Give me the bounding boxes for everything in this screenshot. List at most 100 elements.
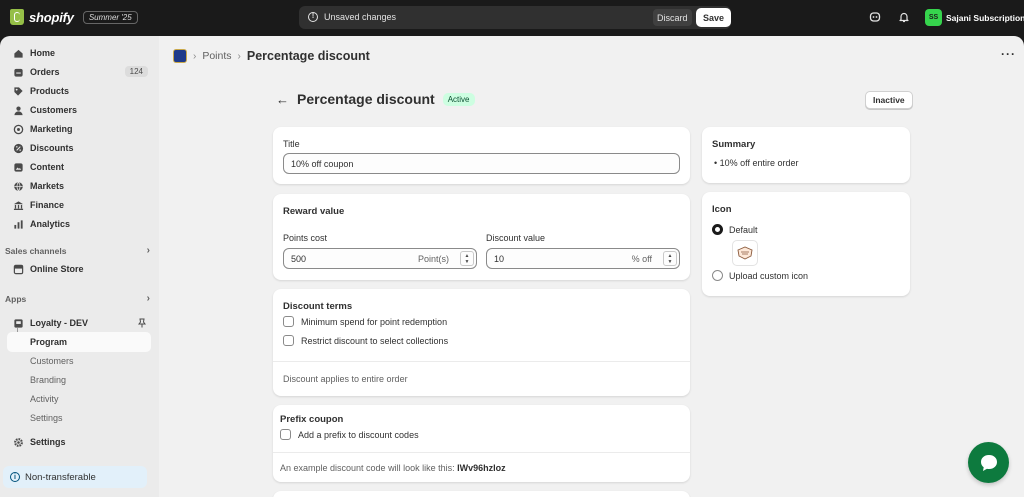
sidebar-subitem-branding[interactable]: Branding: [30, 375, 66, 385]
storefront-icon: [13, 264, 24, 274]
chevron-right-icon: ›: [146, 245, 150, 256]
default-icon-radio[interactable]: Default: [712, 224, 758, 235]
avatar: SS: [925, 9, 942, 26]
logo-text: shopify: [29, 9, 74, 25]
sidebar-subitem-activity[interactable]: Activity: [30, 394, 59, 404]
sidebar-item-orders[interactable]: Orders 124: [4, 63, 152, 81]
sidebar-subitem-customers[interactable]: Customers: [30, 356, 74, 366]
more-actions-icon[interactable]: ···: [1001, 47, 1016, 61]
chevron-down-icon: ▼: [464, 258, 470, 265]
sidebar-item-customers[interactable]: Customers: [4, 101, 152, 119]
info-icon: i: [10, 472, 20, 482]
content-icon: [14, 162, 23, 172]
breadcrumb-separator: ›: [193, 50, 197, 62]
add-prefix-checkbox-row[interactable]: Add a prefix to discount codes: [280, 429, 419, 440]
summary-card: Summary • 10% off entire order: [702, 127, 910, 183]
sidebar-item-finance[interactable]: Finance: [4, 196, 152, 214]
sidebar-item-products[interactable]: Products: [4, 82, 152, 100]
discount-stepper[interactable]: ▲ ▼: [663, 251, 677, 266]
chat-button[interactable]: [968, 442, 1009, 483]
unsaved-changes-text: Unsaved changes: [324, 12, 397, 22]
breadcrumb-points[interactable]: Points: [202, 50, 231, 62]
discard-button[interactable]: Discard: [653, 9, 692, 26]
sidebar-item-discounts[interactable]: Discounts: [4, 139, 152, 157]
sidebar-item-markets[interactable]: Markets: [4, 177, 152, 195]
sidebar-item-marketing[interactable]: Marketing: [4, 120, 152, 138]
chat-bubble-icon: [980, 454, 997, 471]
non-transferable-label: Non-transferable: [25, 471, 96, 483]
sidebar-item-label: Marketing: [30, 124, 73, 134]
sales-channels-header[interactable]: Sales channels ›: [5, 245, 150, 256]
sidebar-subitem-settings[interactable]: Settings: [30, 413, 63, 423]
discount-applies-text: Discount applies to entire order: [283, 374, 408, 384]
discount-icon: [13, 143, 24, 153]
points-suffix: Point(s): [417, 254, 449, 264]
sidebar-item-program[interactable]: [7, 332, 151, 352]
default-icon-preview: [732, 240, 758, 266]
discount-value-input[interactable]: 10 % off ▲ ▼: [486, 248, 680, 269]
target-icon: [13, 124, 24, 134]
bank-icon: [13, 200, 24, 210]
save-button[interactable]: Save: [696, 8, 732, 27]
sidebar-item-settings[interactable]: Settings: [4, 433, 152, 451]
checkbox[interactable]: [283, 316, 294, 327]
icon-card: Icon Default Upload custom icon: [702, 192, 910, 296]
inactive-button[interactable]: Inactive: [865, 91, 913, 109]
radio-selected[interactable]: [712, 224, 723, 235]
pin-icon[interactable]: [137, 318, 147, 328]
non-transferable-banner[interactable]: i Non-transferable: [3, 466, 147, 488]
restrict-collections-checkbox-row[interactable]: Restrict discount to select collections: [283, 335, 448, 346]
points-cost-input[interactable]: 500 Point(s) ▲ ▼: [283, 248, 477, 269]
chevron-down-icon: ▼: [667, 258, 673, 265]
sidebar-item-label: Home: [30, 48, 56, 58]
sidebar-item-label: Loyalty - DEV: [30, 318, 89, 328]
icon-heading: Icon: [712, 204, 732, 215]
radio-unselected[interactable]: [712, 270, 723, 281]
bell-icon[interactable]: [898, 11, 910, 23]
summary-heading: Summary: [712, 139, 756, 150]
checkbox[interactable]: [280, 429, 291, 440]
discount-terms-card: Discount terms Minimum spend for point r…: [273, 289, 690, 396]
example-code: IWv96hzloz: [457, 463, 506, 473]
loyalty-app-icon[interactable]: [173, 49, 187, 63]
user-menu[interactable]: SS Sajani Subscription: [925, 9, 1024, 26]
points-stepper[interactable]: ▲ ▼: [460, 251, 474, 266]
store-name: Sajani Subscription: [946, 12, 1024, 23]
sidebar-item-online-store[interactable]: Online Store: [4, 260, 152, 278]
upload-custom-icon-radio[interactable]: Upload custom icon: [712, 270, 808, 281]
discount-terms-heading: Discount terms: [283, 301, 353, 312]
reward-value-heading: Reward value: [283, 206, 345, 217]
example-code-text: An example discount code will look like …: [280, 463, 506, 473]
arrow-left-icon[interactable]: ←: [276, 92, 289, 107]
sidebar-item-content[interactable]: Content: [4, 158, 152, 176]
orders-count-badge: 124: [124, 66, 148, 77]
sidebar-item-label: Content: [30, 162, 64, 172]
prefix-coupon-card: Prefix coupon Add a prefix to discount c…: [273, 405, 690, 482]
shopify-bag-icon: [10, 9, 24, 25]
globe-icon: [14, 181, 23, 191]
sidebar-item-label: Finance: [30, 200, 65, 210]
sidebar-subitem-program[interactable]: Program: [30, 337, 67, 347]
title-input[interactable]: 10% off coupon: [283, 153, 680, 174]
reward-value-card: Reward value Points cost 500 Point(s) ▲ ▼…: [273, 194, 690, 280]
breadcrumb-current: Percentage discount: [246, 49, 370, 63]
sidebar-item-label: Customers: [30, 105, 78, 115]
main-content: › Points › Percentage discount ··· ← Per…: [159, 36, 1024, 497]
apps-header[interactable]: Apps ›: [5, 293, 150, 304]
chart-icon: [14, 219, 23, 229]
title-card: Title 10% off coupon: [273, 127, 690, 184]
shopify-logo[interactable]: shopify Summer '25: [10, 9, 138, 25]
checkbox[interactable]: [283, 335, 294, 346]
tag-icon: [14, 86, 23, 96]
sidebar-item-label: Products: [30, 86, 70, 96]
person-icon: [14, 106, 23, 115]
sidebar-item-label: Online Store: [30, 264, 84, 274]
page-title: Percentage discount: [297, 91, 435, 107]
min-spend-checkbox-row[interactable]: Minimum spend for point redemption: [283, 316, 447, 327]
breadcrumb-separator: ›: [237, 50, 241, 62]
sidekick-icon[interactable]: [869, 11, 881, 23]
sidebar-item-loyalty-app[interactable]: Loyalty - DEV: [4, 314, 152, 332]
sidebar-item-analytics[interactable]: Analytics: [4, 215, 152, 233]
edition-badge: Summer '25: [82, 10, 138, 24]
sidebar-item-home[interactable]: Home: [4, 44, 152, 62]
